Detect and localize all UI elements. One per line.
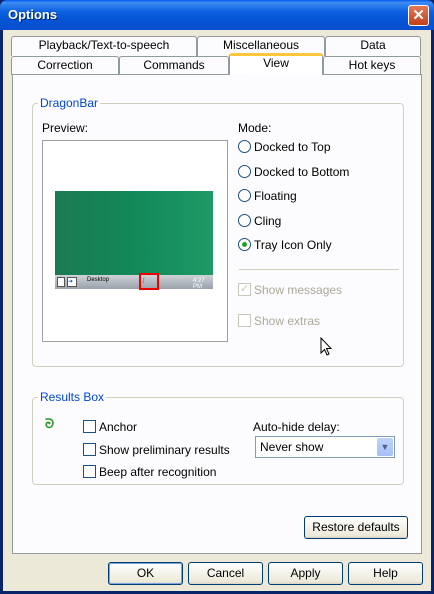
restore-defaults-button[interactable]: Restore defaults <box>304 516 408 539</box>
preview-clock: 4:27 PM <box>193 278 205 290</box>
show-preliminary-label[interactable]: Show preliminary results <box>99 443 230 457</box>
chevron-down-icon[interactable]: ▼ <box>377 438 393 456</box>
cancel-button[interactable]: Cancel <box>188 562 263 585</box>
preview-dragon-tray-icon: ᶴ <box>143 276 145 286</box>
tab-commands[interactable]: Commands <box>119 56 229 75</box>
mode-radio-floating[interactable] <box>238 189 251 202</box>
show-messages-checkbox[interactable]: ✓ <box>238 283 251 296</box>
help-button[interactable]: Help <box>348 562 423 585</box>
mode-label: Mode: <box>238 121 272 135</box>
mode-label-floating[interactable]: Floating <box>254 189 297 203</box>
mode-label-cling[interactable]: Cling <box>254 214 281 228</box>
autohide-dropdown[interactable]: Never show ▼ <box>255 436 395 458</box>
beep-checkbox[interactable] <box>83 465 96 478</box>
mode-label-docked-bottom[interactable]: Docked to Bottom <box>254 165 349 179</box>
show-extras-label: Show extras <box>254 314 321 328</box>
autohide-value: Never show <box>260 440 324 454</box>
preview-label: Preview: <box>42 121 89 135</box>
mode-separator <box>239 269 399 270</box>
show-extras-checkbox[interactable] <box>238 314 251 327</box>
preview-taskbar-arrow-icon: ➜ <box>67 277 77 287</box>
mode-radio-docked-bottom[interactable] <box>238 165 251 178</box>
anchor-checkbox[interactable] <box>83 420 96 433</box>
mode-radio-tray-icon-only[interactable] <box>238 238 251 251</box>
tab-view[interactable]: View <box>229 53 323 75</box>
apply-button[interactable]: Apply <box>268 562 343 585</box>
close-button[interactable]: ✕ <box>408 5 429 26</box>
options-window: Options ✕ Playback/Text-to-speech Miscel… <box>0 0 434 594</box>
title-bar[interactable]: Options ✕ <box>0 0 434 30</box>
preview-taskbar: ➜ Desktop ᶴ 4:27 PM <box>55 273 213 290</box>
dragonbar-legend: DragonBar <box>38 96 101 110</box>
mode-label-docked-top[interactable]: Docked to Top <box>254 140 331 154</box>
window-title: Options <box>8 7 58 22</box>
anchor-label[interactable]: Anchor <box>99 420 137 434</box>
mode-label-tray-icon-only[interactable]: Tray Icon Only <box>254 238 332 252</box>
autohide-label: Auto-hide delay: <box>253 420 340 434</box>
mode-radio-cling[interactable] <box>238 214 251 227</box>
tray-icon-highlight <box>139 273 159 290</box>
dialog-body: Playback/Text-to-speech Miscellaneous Da… <box>3 30 431 591</box>
mouse-cursor-icon <box>320 337 332 356</box>
mode-radio-docked-top[interactable] <box>238 140 251 153</box>
tab-hot-keys[interactable]: Hot keys <box>323 56 421 75</box>
preview-desktop-image <box>55 191 213 275</box>
preview-taskbar-dropdown-icon <box>57 277 65 287</box>
tab-playback[interactable]: Playback/Text-to-speech <box>11 36 197 56</box>
tab-correction[interactable]: Correction <box>11 56 119 75</box>
dragon-icon: ᘒ <box>45 416 55 431</box>
preview-taskbar-text: Desktop <box>87 277 110 283</box>
beep-label[interactable]: Beep after recognition <box>99 465 216 479</box>
show-preliminary-checkbox[interactable] <box>83 443 96 456</box>
tab-data[interactable]: Data <box>325 36 421 56</box>
results-box-legend: Results Box <box>38 390 107 404</box>
show-messages-label: Show messages <box>254 283 343 297</box>
dragonbar-preview: ➜ Desktop ᶴ 4:27 PM <box>42 140 228 342</box>
ok-button[interactable]: OK <box>108 562 183 585</box>
